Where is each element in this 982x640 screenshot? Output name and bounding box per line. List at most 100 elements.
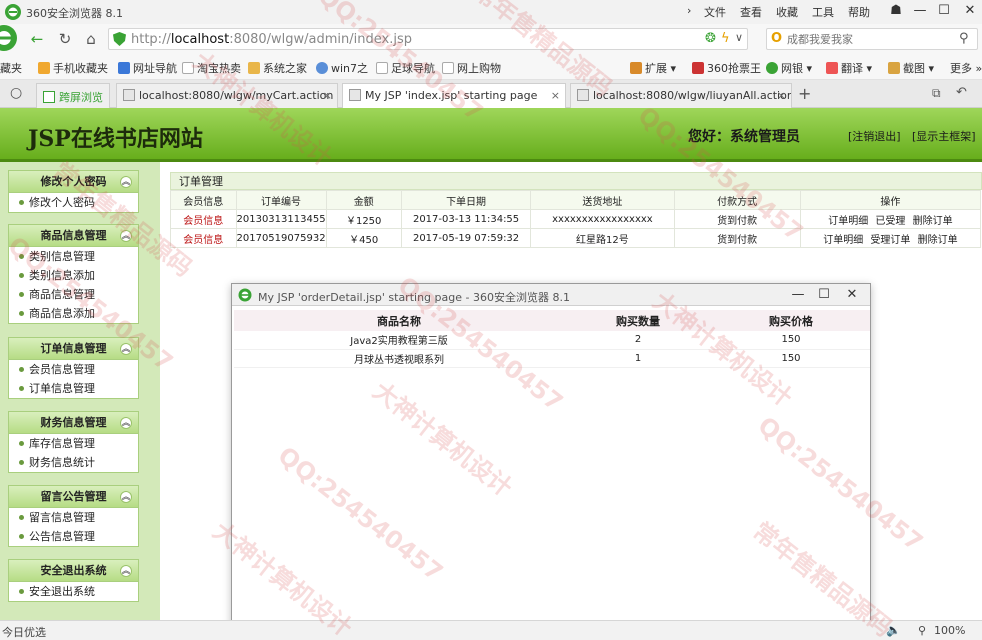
menu-help[interactable]: 帮助 (848, 4, 870, 20)
new-tab-button[interactable]: + (798, 84, 811, 103)
popup-maximize-button[interactable]: ☐ (810, 286, 838, 304)
tool-translate[interactable]: 翻译 ▾ (826, 60, 872, 76)
site-title: JSP在线书店网站 (28, 126, 203, 152)
delete-order-link[interactable]: 删除订单 (913, 216, 953, 227)
collapse-icon[interactable]: ︽ (120, 417, 132, 429)
bookmark-system-home[interactable]: 系统之家 (248, 60, 307, 76)
popup-title-bar[interactable]: My JSP 'orderDetail.jsp' starting page -… (232, 284, 870, 306)
close-tab-icon[interactable]: × (777, 89, 786, 102)
zoom-level[interactable]: 100% (934, 624, 965, 637)
member-info-link[interactable]: 会员信息 (170, 209, 237, 229)
greeting: 您好：系统管理员 (688, 129, 800, 145)
tab-liuyan[interactable]: localhost:8080/wlgw/liuyanAll.action × (570, 83, 792, 108)
logout-link[interactable]: [注销退出] (848, 128, 901, 144)
mobile-icon (38, 62, 50, 74)
popup-minimize-button[interactable]: — (784, 286, 812, 304)
search-icon[interactable]: ⚲ (959, 31, 969, 46)
menu-chevron-icon[interactable]: › (687, 4, 691, 17)
tab-bar: ○ 跨屏浏览 localhost:8080/wlgw/myCart.action… (0, 80, 982, 109)
tool-screenshot[interactable]: 截图 ▾ (888, 60, 934, 76)
sidebar-item-stock-manage[interactable]: 库存信息管理 (9, 434, 138, 453)
tool-extensions[interactable]: 扩展 ▾ (630, 60, 676, 76)
collapse-icon[interactable]: ︽ (120, 343, 132, 355)
sidebar-item-order-manage[interactable]: 订单信息管理 (9, 379, 138, 398)
accept-order-link[interactable]: 受理订单 (870, 235, 910, 246)
menu-header[interactable]: 安全退出系统 ︽ (9, 560, 138, 582)
sidebar-item-category-manage[interactable]: 类别信息管理 (9, 247, 138, 266)
collapse-icon[interactable]: ︽ (120, 565, 132, 577)
bookmark-football-nav[interactable]: 足球导航 (376, 60, 435, 76)
sidebar-item-message-manage[interactable]: 留言信息管理 (9, 508, 138, 527)
zoom-icon[interactable]: ⚲ (918, 624, 926, 637)
popup-close-button[interactable]: ✕ (838, 286, 866, 304)
status-bar: 今日优选 🔈 ⚲ 100% (0, 620, 982, 640)
sidebar-item-goods-add[interactable]: 商品信息添加 (9, 304, 138, 323)
tool-more[interactable]: 更多 » (950, 60, 982, 76)
table-header-row: 商品名称 购买数量 购买价格 (234, 310, 870, 331)
tab-list-icon[interactable]: ○ (10, 85, 22, 101)
site-nav-icon (118, 62, 130, 74)
menu-favorites[interactable]: 收藏 (776, 4, 798, 20)
order-detail-link[interactable]: 订单明细 (823, 235, 863, 246)
site-header: JSP在线书店网站 您好：系统管理员 [注销退出] [显示主框架] (0, 108, 982, 162)
bank-icon (766, 62, 778, 74)
tool-online-bank[interactable]: 网银 ▾ (766, 60, 812, 76)
home-button[interactable]: ⌂ (80, 29, 102, 49)
delete-order-link[interactable]: 删除订单 (918, 235, 958, 246)
compat-mode-icon[interactable]: ❂ (705, 31, 716, 46)
status-text[interactable]: 今日优选 (2, 624, 46, 640)
collapse-icon[interactable]: ︽ (120, 491, 132, 503)
menu-header[interactable]: 财务信息管理 ︽ (9, 412, 138, 434)
close-window-button[interactable]: ✕ (958, 2, 982, 20)
tab-index[interactable]: My JSP 'index.jsp' starting page × (342, 83, 566, 109)
menu-header[interactable]: 修改个人密码 ︽ (9, 171, 138, 193)
skin-icon[interactable]: ☗ (884, 2, 908, 20)
bookmark-taobao[interactable]: 淘宝热卖 (182, 60, 241, 76)
sidebar-item-finance-stats[interactable]: 财务信息统计 (9, 453, 138, 472)
tab-mycart[interactable]: localhost:8080/wlgw/myCart.action × (116, 83, 338, 108)
collapse-icon[interactable]: ︽ (120, 176, 132, 188)
purchase-quantity: 2 (564, 331, 712, 350)
undo-close-icon[interactable]: ↶ (956, 85, 967, 100)
bookmark-site-nav[interactable]: 网址导航 (118, 60, 177, 76)
sidebar-item-goods-manage[interactable]: 商品信息管理 (9, 285, 138, 304)
menu-view[interactable]: 查看 (740, 4, 762, 20)
bookmark-mobile-favorites[interactable]: 手机收藏夹 (38, 60, 108, 76)
close-tab-icon[interactable]: × (551, 89, 560, 102)
back-button[interactable]: ← (26, 29, 48, 49)
bookmark-favorites[interactable]: 藏夹 (0, 60, 22, 76)
sidebar-item-member-manage[interactable]: 会员信息管理 (9, 360, 138, 379)
menu-file[interactable]: 文件 (704, 4, 726, 20)
search-bar[interactable]: O ⚲ (766, 28, 978, 50)
sidebar-item-change-password[interactable]: 修改个人密码 (9, 193, 138, 212)
minimize-button[interactable]: — (908, 2, 932, 20)
sidebar-item-safe-exit[interactable]: 安全退出系统 (9, 582, 138, 601)
speed-mode-icon[interactable]: ϟ (721, 31, 730, 46)
show-frame-link[interactable]: [显示主框架] (912, 128, 976, 144)
order-detail-link[interactable]: 订单明细 (828, 216, 868, 227)
bookmark-online-shopping[interactable]: 网上购物 (442, 60, 501, 76)
search-input[interactable] (787, 31, 947, 47)
sidebar-item-notice-manage[interactable]: 公告信息管理 (9, 527, 138, 546)
order-number: 20170519075932 (235, 228, 327, 248)
menu-header[interactable]: 留言公告管理 ︽ (9, 486, 138, 508)
url-bar[interactable]: http://localhost:8080/wlgw/admin/index.j… (108, 28, 748, 50)
member-info-link[interactable]: 会员信息 (170, 228, 237, 248)
menu-header[interactable]: 商品信息管理 ︽ (9, 225, 138, 247)
maximize-button[interactable]: ☐ (932, 2, 956, 20)
url-dropdown-icon[interactable]: ∨ (735, 31, 743, 44)
restore-tab-icon[interactable]: ⧉ (932, 86, 941, 101)
search-engine-icon[interactable]: O (771, 31, 782, 46)
collapse-icon[interactable]: ︽ (120, 230, 132, 242)
menu-tools[interactable]: 工具 (812, 4, 834, 20)
volume-icon[interactable]: 🔈 (886, 623, 901, 637)
menu-header[interactable]: 订单信息管理 ︽ (9, 338, 138, 360)
sidebar-item-category-add[interactable]: 类别信息添加 (9, 266, 138, 285)
close-tab-icon[interactable]: × (323, 89, 332, 102)
extensions-icon (630, 62, 642, 74)
bookmark-win7[interactable]: win7之 (316, 60, 368, 76)
tool-ticket-grabber[interactable]: 360抢票王 (692, 60, 761, 76)
main-content: 订单管理 会员信息 订单编号 金额 下单日期 送货地址 付款方式 操作 会员信息… (170, 172, 982, 248)
refresh-button[interactable]: ↻ (54, 29, 76, 49)
tab-cross-screen[interactable]: 跨屏浏览 (36, 83, 110, 108)
